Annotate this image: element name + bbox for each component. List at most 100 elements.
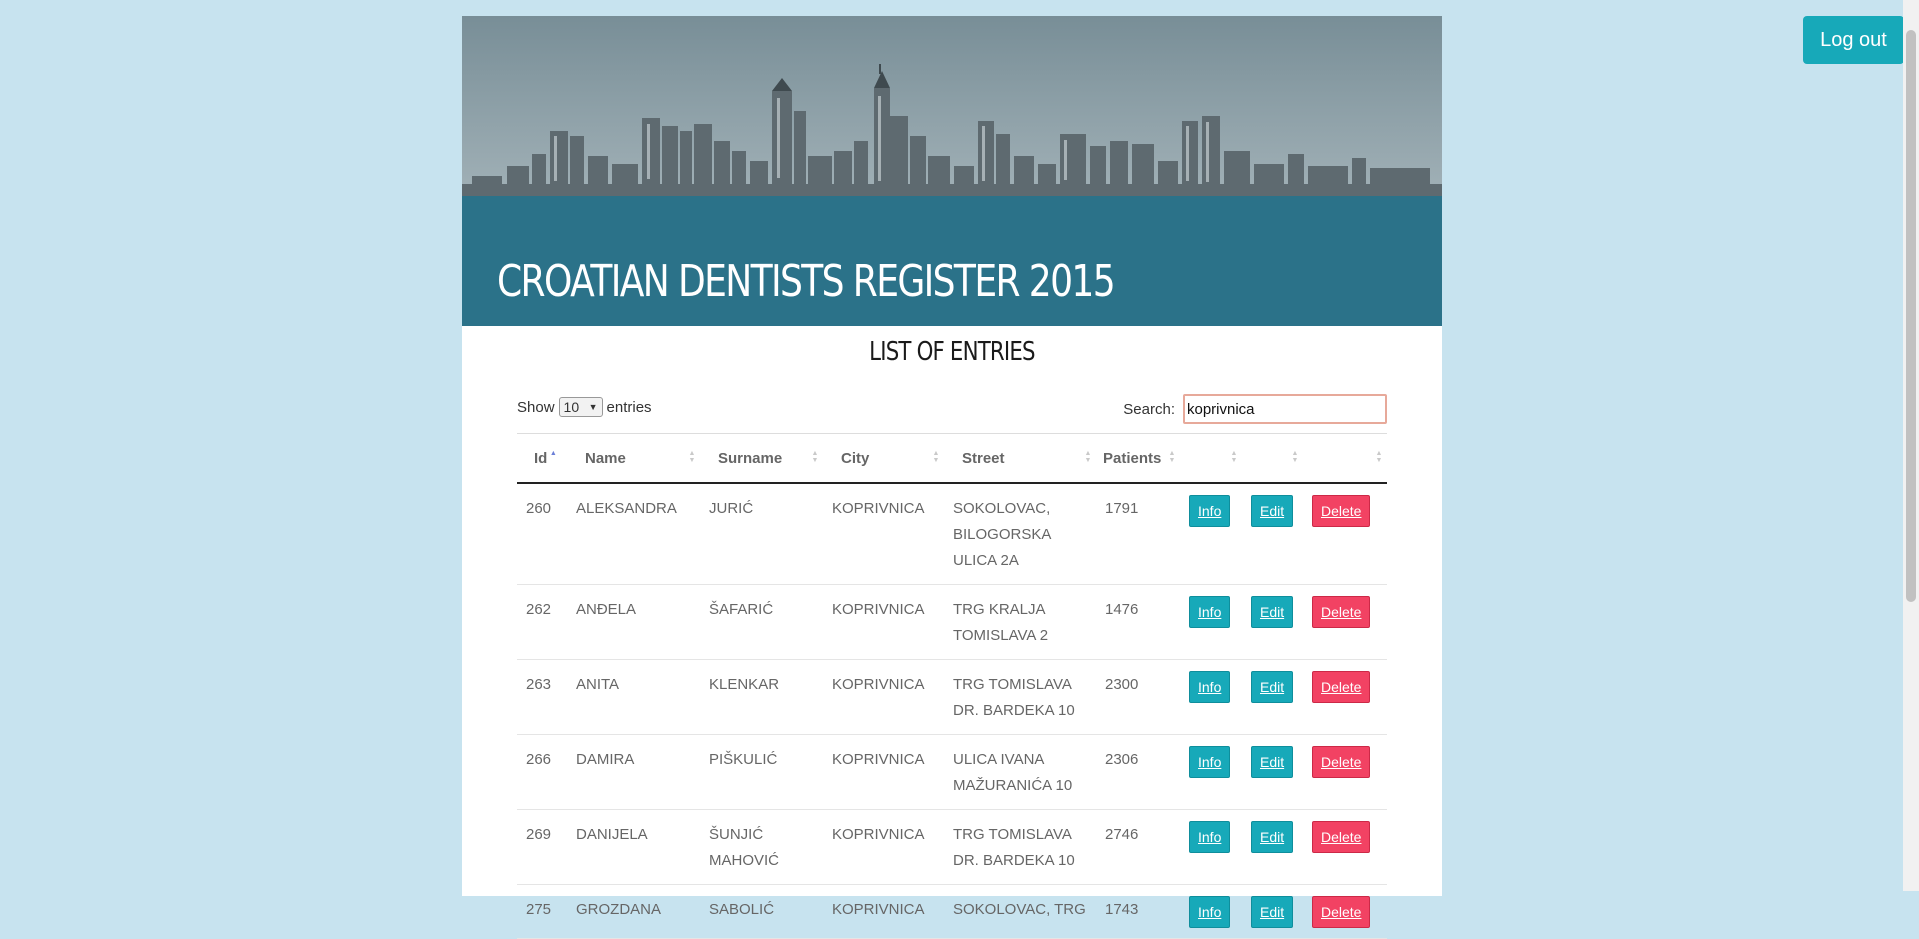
entries-length-value: 10	[563, 399, 580, 415]
cell-info: Info	[1180, 809, 1242, 885]
cell-city: KOPRIVNICA	[823, 483, 944, 585]
search-label: Search:	[1123, 400, 1175, 418]
entries-label: entries	[606, 398, 652, 416]
cell-patients: 1791	[1096, 483, 1180, 585]
cell-street: TRG KRALJA TOMISLAVA 2	[944, 584, 1096, 660]
cell-patients: 2300	[1096, 659, 1180, 735]
cell-id: 262	[517, 584, 567, 660]
cell-edit: Edit	[1242, 659, 1303, 735]
scrollbar-thumb[interactable]	[1906, 30, 1916, 602]
cell-name: DANIJELA	[567, 809, 700, 885]
cell-surname: KLENKAR	[700, 659, 823, 735]
column-header-patients[interactable]: Patients ▲ ▼	[1096, 433, 1180, 484]
site-title: CROATIAN DENTISTS REGISTER 2015	[497, 256, 1116, 307]
column-header-edit[interactable]: ▲ ▼	[1242, 433, 1303, 484]
edit-button[interactable]: Edit	[1251, 671, 1294, 703]
cell-patients: 2746	[1096, 809, 1180, 885]
table-row: 275 GROZDANA SABOLIĆ KOPRIVNICA SOKOLOVA…	[517, 884, 1387, 939]
delete-button[interactable]: Delete	[1312, 896, 1371, 928]
sort-icon: ▲ ▼	[1291, 450, 1299, 464]
table-row: 263 ANITA KLENKAR KOPRIVNICA TRG TOMISLA…	[517, 659, 1387, 735]
cell-street: ULICA IVANA MAŽURANIĆA 10	[944, 734, 1096, 810]
cell-name: ANĐELA	[567, 584, 700, 660]
cell-delete: Delete	[1303, 483, 1387, 585]
delete-button[interactable]: Delete	[1312, 821, 1371, 853]
cell-delete: Delete	[1303, 884, 1387, 939]
cell-patients: 1476	[1096, 584, 1180, 660]
info-button[interactable]: Info	[1189, 596, 1231, 628]
title-band: CROATIAN DENTISTS REGISTER 2015	[462, 196, 1442, 326]
cell-info: Info	[1180, 884, 1242, 939]
delete-button[interactable]: Delete	[1312, 495, 1371, 527]
cell-info: Info	[1180, 734, 1242, 810]
cell-city: KOPRIVNICA	[823, 584, 944, 660]
column-header-delete[interactable]: ▲ ▼	[1303, 433, 1387, 484]
info-button[interactable]: Info	[1189, 671, 1231, 703]
column-header-info[interactable]: ▲ ▼	[1180, 433, 1242, 484]
table-row: 266 DAMIRA PIŠKULIĆ KOPRIVNICA ULICA IVA…	[517, 734, 1387, 810]
entries-length-control: Show 10 ▼ entries	[517, 397, 652, 417]
delete-button[interactable]: Delete	[1312, 746, 1371, 778]
delete-button[interactable]: Delete	[1312, 596, 1371, 628]
info-button[interactable]: Info	[1189, 821, 1231, 853]
sort-icon: ▲ ▼	[932, 450, 940, 464]
show-label: Show	[517, 398, 555, 416]
cell-delete: Delete	[1303, 584, 1387, 660]
cell-surname: SABOLIĆ	[700, 884, 823, 939]
info-button[interactable]: Info	[1189, 896, 1231, 928]
table-row: 260 ALEKSANDRA JURIĆ KOPRIVNICA SOKOLOVA…	[517, 483, 1387, 585]
sort-icon: ▲ ▼	[1230, 450, 1238, 464]
edit-button[interactable]: Edit	[1251, 821, 1294, 853]
cell-patients: 2306	[1096, 734, 1180, 810]
cell-city: KOPRIVNICA	[823, 734, 944, 810]
sort-icon: ▲ ▼	[1168, 450, 1176, 464]
cell-name: ALEKSANDRA	[567, 483, 700, 585]
cell-street: SOKOLOVAC, BILOGORSKA ULICA 2A	[944, 483, 1096, 585]
edit-button[interactable]: Edit	[1251, 596, 1294, 628]
cell-city: KOPRIVNICA	[823, 809, 944, 885]
table-row: 262 ANĐELA ŠAFARIĆ KOPRIVNICA TRG KRALJA…	[517, 584, 1387, 660]
cell-edit: Edit	[1242, 809, 1303, 885]
header-banner: CROATIAN DENTISTS REGISTER 2015	[462, 16, 1442, 326]
edit-button[interactable]: Edit	[1251, 746, 1294, 778]
city-skyline-image	[462, 64, 1442, 196]
column-header-id[interactable]: Id ▲	[517, 433, 567, 484]
search-control: Search:	[1123, 394, 1387, 424]
cell-street: SOKOLOVAC, TRG	[944, 884, 1096, 939]
column-header-city[interactable]: City ▲ ▼	[823, 433, 944, 484]
cell-delete: Delete	[1303, 809, 1387, 885]
cell-surname: JURIĆ	[700, 483, 823, 585]
delete-button[interactable]: Delete	[1312, 671, 1371, 703]
list-title-text: LIST OF ENTRIES	[869, 337, 1035, 367]
sort-icon: ▲ ▼	[1375, 450, 1383, 464]
table-header-row: Id ▲ Name ▲ ▼ Surname ▲ ▼ City ▲ ▼ Street ▲ ▼ Pat…	[517, 433, 1387, 484]
cell-city: KOPRIVNICA	[823, 884, 944, 939]
cell-surname: ŠAFARIĆ	[700, 584, 823, 660]
sort-icon: ▲ ▼	[688, 450, 696, 464]
info-button[interactable]: Info	[1189, 495, 1231, 527]
column-header-street[interactable]: Street ▲ ▼	[944, 433, 1096, 484]
sort-ascending-icon: ▲	[549, 449, 557, 457]
cell-id: 260	[517, 483, 567, 585]
list-title: LIST OF ENTRIES	[462, 337, 1442, 367]
cell-street: TRG TOMISLAVA DR. BARDEKA 10	[944, 659, 1096, 735]
page-scrollbar[interactable]	[1903, 0, 1919, 891]
cell-id: 269	[517, 809, 567, 885]
logout-button[interactable]: Log out	[1803, 16, 1904, 64]
column-header-name[interactable]: Name ▲ ▼	[567, 433, 700, 484]
column-header-surname[interactable]: Surname ▲ ▼	[700, 433, 823, 484]
cell-id: 263	[517, 659, 567, 735]
info-button[interactable]: Info	[1189, 746, 1231, 778]
cell-edit: Edit	[1242, 884, 1303, 939]
entries-length-select[interactable]: 10 ▼	[558, 397, 603, 417]
cell-name: DAMIRA	[567, 734, 700, 810]
search-input[interactable]	[1183, 394, 1387, 424]
cell-surname: ŠUNJIĆ MAHOVIĆ	[700, 809, 823, 885]
cell-name: GROZDANA	[567, 884, 700, 939]
edit-button[interactable]: Edit	[1251, 495, 1294, 527]
edit-button[interactable]: Edit	[1251, 896, 1294, 928]
cell-delete: Delete	[1303, 659, 1387, 735]
cell-surname: PIŠKULIĆ	[700, 734, 823, 810]
cell-info: Info	[1180, 584, 1242, 660]
cell-name: ANITA	[567, 659, 700, 735]
